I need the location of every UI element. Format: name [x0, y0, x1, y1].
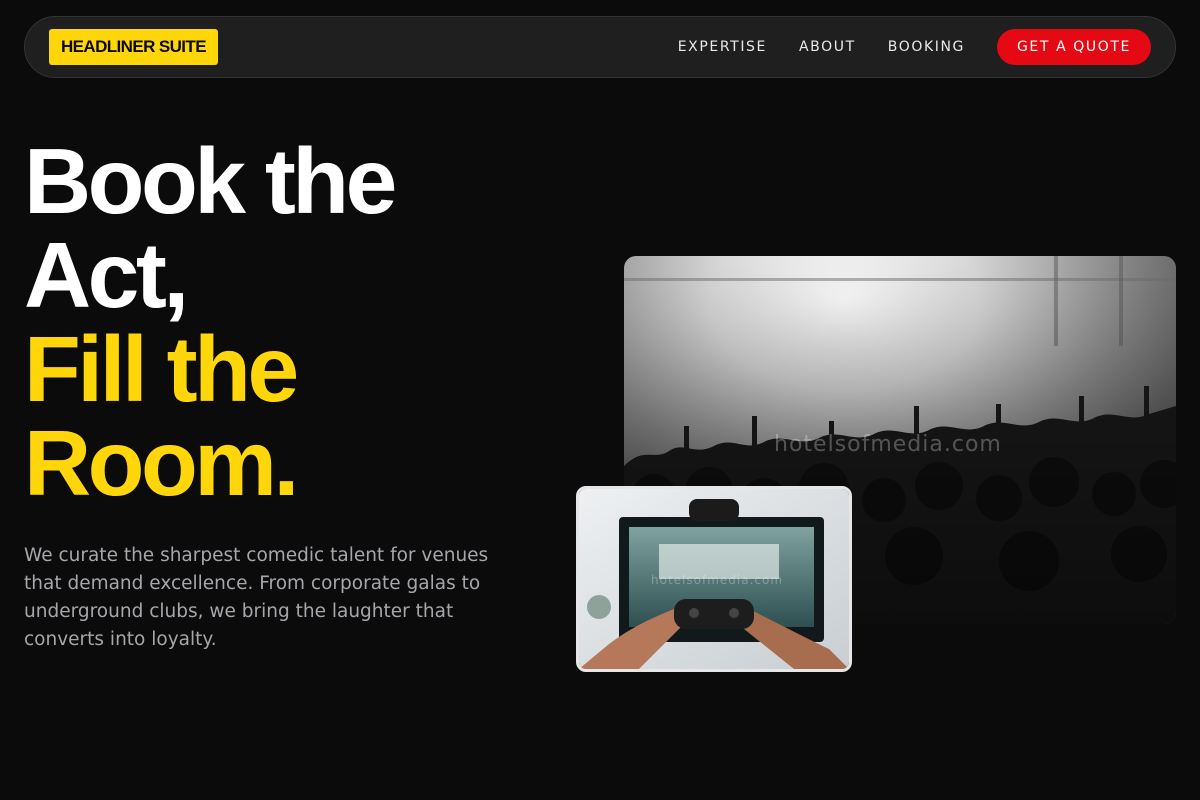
hero-headline: Book the Act, Fill the Room. — [24, 134, 584, 510]
nav-link-booking[interactable]: BOOKING — [888, 39, 965, 55]
main-image-watermark: hotelsofmedia.com — [774, 432, 1002, 457]
headline-line-2: Act, — [24, 223, 189, 327]
get-a-quote-button[interactable]: GET A QUOTE — [996, 29, 1151, 65]
nav-links: EXPERTISE ABOUT BOOKING GET A QUOTE — [678, 29, 1151, 65]
headline-line-4: Room. — [24, 411, 299, 515]
small-image-watermark: hotelsofmedia.com — [651, 573, 784, 587]
nav-link-about[interactable]: ABOUT — [799, 39, 856, 55]
landing-page: HEADLINER SUITE EXPERTISE ABOUT BOOKING … — [0, 0, 1200, 800]
top-navbar: HEADLINER SUITE EXPERTISE ABOUT BOOKING … — [24, 16, 1176, 78]
headline-line-3: Fill the — [24, 317, 299, 421]
brand-logo[interactable]: HEADLINER SUITE — [49, 29, 218, 65]
headline-line-1: Book the — [24, 129, 397, 233]
nav-link-expertise[interactable]: EXPERTISE — [678, 39, 767, 55]
gaming-controller-image: hotelsofmedia.com — [576, 486, 852, 672]
hero-description: We curate the sharpest comedic talent fo… — [24, 545, 489, 650]
